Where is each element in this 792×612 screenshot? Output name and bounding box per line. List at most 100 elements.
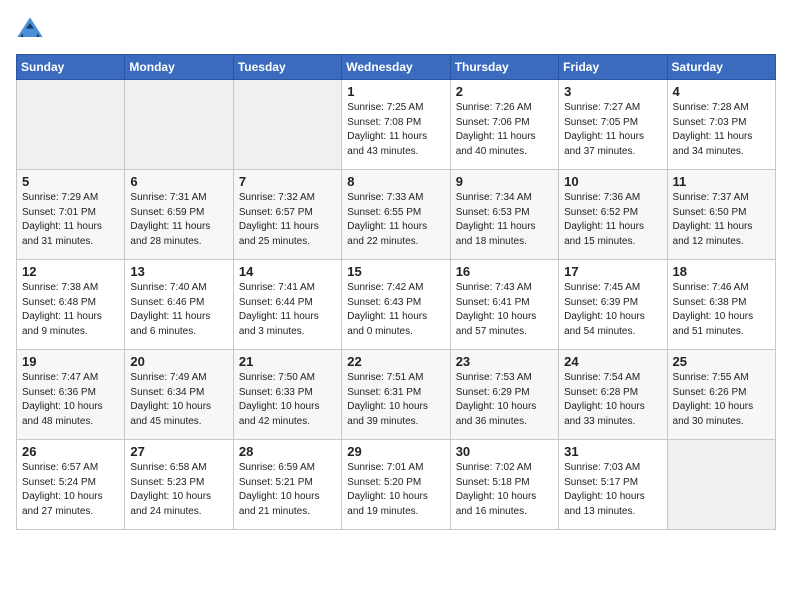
weekday-header-sunday: Sunday <box>17 55 125 80</box>
day-info: Sunrise: 7:40 AM Sunset: 6:46 PM Dayligh… <box>130 281 227 339</box>
day-info: Sunrise: 7:55 AM Sunset: 6:26 PM Dayligh… <box>673 371 770 429</box>
day-info: Sunrise: 7:50 AM Sunset: 6:33 PM Dayligh… <box>239 371 336 429</box>
day-info: Sunrise: 7:53 AM Sunset: 6:29 PM Dayligh… <box>456 371 553 429</box>
day-number: 21 <box>239 354 336 369</box>
day-number: 5 <box>22 174 119 189</box>
day-info: Sunrise: 7:25 AM Sunset: 7:08 PM Dayligh… <box>347 101 444 159</box>
calendar-cell <box>17 80 125 170</box>
calendar-cell: 22 Sunrise: 7:51 AM Sunset: 6:31 PM Dayli… <box>342 350 450 440</box>
day-info: Sunrise: 7:31 AM Sunset: 6:59 PM Dayligh… <box>130 191 227 249</box>
calendar-header-row: SundayMondayTuesdayWednesdayThursdayFrid… <box>17 55 776 80</box>
day-number: 19 <box>22 354 119 369</box>
day-number: 8 <box>347 174 444 189</box>
calendar-cell: 7Sunrise: 7:32 AM Sunset: 6:57 PM Daylig… <box>233 170 341 260</box>
calendar-cell: 25 Sunrise: 7:55 AM Sunset: 6:26 PM Dayli… <box>667 350 775 440</box>
calendar-week-2: 5 Sunrise: 7:29 AM Sunset: 7:01 PM Daylig… <box>17 170 776 260</box>
day-number: 1 <box>347 84 444 99</box>
day-info: Sunrise: 7:34 AM Sunset: 6:53 PM Dayligh… <box>456 191 553 249</box>
calendar-cell: 20 Sunrise: 7:49 AM Sunset: 6:34 PM Dayli… <box>125 350 233 440</box>
day-info: Sunrise: 7:32 AM Sunset: 6:57 PM Dayligh… <box>239 191 336 249</box>
day-info: Sunrise: 7:49 AM Sunset: 6:34 PM Dayligh… <box>130 371 227 429</box>
calendar-week-3: 12 Sunrise: 7:38 AM Sunset: 6:48 PM Dayli… <box>17 260 776 350</box>
calendar-cell: 12 Sunrise: 7:38 AM Sunset: 6:48 PM Dayli… <box>17 260 125 350</box>
calendar-cell: 30 Sunrise: 7:02 AM Sunset: 5:18 PM Dayli… <box>450 440 558 530</box>
calendar-cell: 28 Sunrise: 6:59 AM Sunset: 5:21 PM Dayli… <box>233 440 341 530</box>
calendar-cell: 4 Sunrise: 7:28 AM Sunset: 7:03 PM Daylig… <box>667 80 775 170</box>
calendar-week-1: 1 Sunrise: 7:25 AM Sunset: 7:08 PM Daylig… <box>17 80 776 170</box>
day-info: Sunrise: 7:41 AM Sunset: 6:44 PM Dayligh… <box>239 281 336 339</box>
calendar-cell: 2 Sunrise: 7:26 AM Sunset: 7:06 PM Daylig… <box>450 80 558 170</box>
calendar-cell: 17Sunrise: 7:45 AM Sunset: 6:39 PM Dayli… <box>559 260 667 350</box>
calendar-cell: 8Sunrise: 7:33 AM Sunset: 6:55 PM Daylig… <box>342 170 450 260</box>
day-info: Sunrise: 7:45 AM Sunset: 6:39 PM Dayligh… <box>564 281 661 339</box>
day-number: 3 <box>564 84 661 99</box>
day-info: Sunrise: 7:38 AM Sunset: 6:48 PM Dayligh… <box>22 281 119 339</box>
calendar-cell: 3 Sunrise: 7:27 AM Sunset: 7:05 PM Daylig… <box>559 80 667 170</box>
day-number: 27 <box>130 444 227 459</box>
calendar-cell <box>233 80 341 170</box>
day-number: 14 <box>239 264 336 279</box>
day-number: 31 <box>564 444 661 459</box>
day-info: Sunrise: 7:37 AM Sunset: 6:50 PM Dayligh… <box>673 191 770 249</box>
day-number: 26 <box>22 444 119 459</box>
calendar-cell: 15 Sunrise: 7:42 AM Sunset: 6:43 PM Dayli… <box>342 260 450 350</box>
day-info: Sunrise: 6:59 AM Sunset: 5:21 PM Dayligh… <box>239 461 336 519</box>
logo-icon <box>16 16 44 44</box>
weekday-header-saturday: Saturday <box>667 55 775 80</box>
day-info: Sunrise: 7:29 AM Sunset: 7:01 PM Dayligh… <box>22 191 119 249</box>
day-number: 16 <box>456 264 553 279</box>
calendar-cell: 31 Sunrise: 7:03 AM Sunset: 5:17 PM Dayli… <box>559 440 667 530</box>
calendar-table: SundayMondayTuesdayWednesdayThursdayFrid… <box>16 54 776 530</box>
day-number: 13 <box>130 264 227 279</box>
calendar-cell: 18Sunrise: 7:46 AM Sunset: 6:38 PM Dayli… <box>667 260 775 350</box>
day-info: Sunrise: 7:28 AM Sunset: 7:03 PM Dayligh… <box>673 101 770 159</box>
calendar-cell: 21 Sunrise: 7:50 AM Sunset: 6:33 PM Dayli… <box>233 350 341 440</box>
day-info: Sunrise: 7:03 AM Sunset: 5:17 PM Dayligh… <box>564 461 661 519</box>
day-number: 22 <box>347 354 444 369</box>
calendar-cell: 24 Sunrise: 7:54 AM Sunset: 6:28 PM Dayli… <box>559 350 667 440</box>
day-number: 15 <box>347 264 444 279</box>
day-info: Sunrise: 7:54 AM Sunset: 6:28 PM Dayligh… <box>564 371 661 429</box>
calendar-cell: 6 Sunrise: 7:31 AM Sunset: 6:59 PM Daylig… <box>125 170 233 260</box>
calendar-cell: 13 Sunrise: 7:40 AM Sunset: 6:46 PM Dayli… <box>125 260 233 350</box>
day-number: 2 <box>456 84 553 99</box>
day-number: 30 <box>456 444 553 459</box>
day-number: 4 <box>673 84 770 99</box>
day-info: Sunrise: 7:42 AM Sunset: 6:43 PM Dayligh… <box>347 281 444 339</box>
calendar-cell: 1 Sunrise: 7:25 AM Sunset: 7:08 PM Daylig… <box>342 80 450 170</box>
day-number: 6 <box>130 174 227 189</box>
day-info: Sunrise: 7:26 AM Sunset: 7:06 PM Dayligh… <box>456 101 553 159</box>
day-number: 11 <box>673 174 770 189</box>
day-number: 28 <box>239 444 336 459</box>
calendar-cell: 11 Sunrise: 7:37 AM Sunset: 6:50 PM Dayli… <box>667 170 775 260</box>
day-number: 23 <box>456 354 553 369</box>
calendar-cell <box>667 440 775 530</box>
weekday-header-tuesday: Tuesday <box>233 55 341 80</box>
day-info: Sunrise: 7:51 AM Sunset: 6:31 PM Dayligh… <box>347 371 444 429</box>
calendar-cell: 5 Sunrise: 7:29 AM Sunset: 7:01 PM Daylig… <box>17 170 125 260</box>
day-number: 20 <box>130 354 227 369</box>
day-number: 25 <box>673 354 770 369</box>
day-number: 29 <box>347 444 444 459</box>
calendar-cell: 27Sunrise: 6:58 AM Sunset: 5:23 PM Dayli… <box>125 440 233 530</box>
page-header <box>16 16 776 44</box>
calendar-cell: 9Sunrise: 7:34 AM Sunset: 6:53 PM Daylig… <box>450 170 558 260</box>
calendar-cell: 23 Sunrise: 7:53 AM Sunset: 6:29 PM Dayli… <box>450 350 558 440</box>
day-number: 24 <box>564 354 661 369</box>
day-info: Sunrise: 7:02 AM Sunset: 5:18 PM Dayligh… <box>456 461 553 519</box>
day-number: 18 <box>673 264 770 279</box>
weekday-header-monday: Monday <box>125 55 233 80</box>
weekday-header-wednesday: Wednesday <box>342 55 450 80</box>
weekday-header-friday: Friday <box>559 55 667 80</box>
calendar-week-4: 19 Sunrise: 7:47 AM Sunset: 6:36 PM Dayli… <box>17 350 776 440</box>
calendar-cell: 29Sunrise: 7:01 AM Sunset: 5:20 PM Dayli… <box>342 440 450 530</box>
logo <box>16 16 46 44</box>
day-info: Sunrise: 7:43 AM Sunset: 6:41 PM Dayligh… <box>456 281 553 339</box>
day-info: Sunrise: 7:47 AM Sunset: 6:36 PM Dayligh… <box>22 371 119 429</box>
day-number: 12 <box>22 264 119 279</box>
calendar-week-5: 26Sunrise: 6:57 AM Sunset: 5:24 PM Dayli… <box>17 440 776 530</box>
calendar-cell: 10Sunrise: 7:36 AM Sunset: 6:52 PM Dayli… <box>559 170 667 260</box>
calendar-cell <box>125 80 233 170</box>
day-info: Sunrise: 7:27 AM Sunset: 7:05 PM Dayligh… <box>564 101 661 159</box>
calendar-cell: 19 Sunrise: 7:47 AM Sunset: 6:36 PM Dayli… <box>17 350 125 440</box>
